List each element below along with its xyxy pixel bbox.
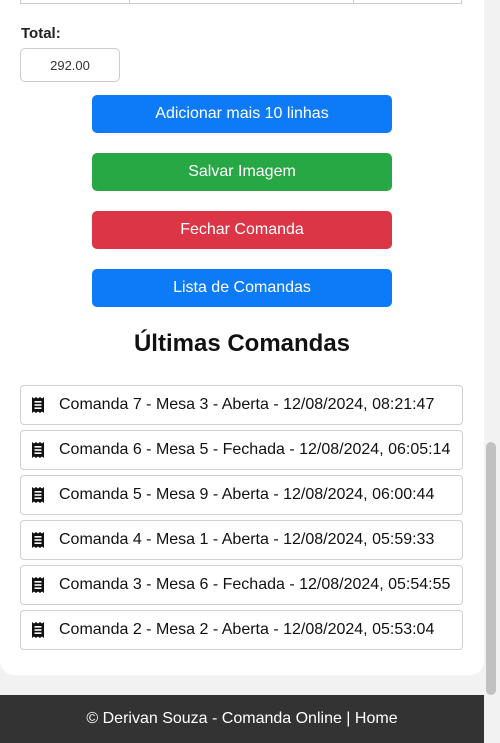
table-column-divider (353, 0, 354, 3)
recent-orders-title: Últimas Comandas (133, 330, 351, 357)
recent-order-item[interactable]: Comanda 5 - Mesa 9 - Aberta - 12/08/2024… (20, 475, 463, 515)
total-value-field[interactable]: 292.00 (20, 48, 120, 82)
total-label: Total: (21, 25, 61, 42)
recent-order-label: Comanda 4 - Mesa 1 - Aberta - 12/08/2024… (59, 531, 435, 548)
receipt-icon (31, 442, 45, 458)
footer-text: © Derivan Souza - Comanda Online | (86, 710, 355, 727)
items-table-bottom-edge (20, 0, 462, 4)
recent-order-label: Comanda 2 - Mesa 2 - Aberta - 12/08/2024… (59, 621, 435, 638)
recent-order-item[interactable]: Comanda 2 - Mesa 2 - Aberta - 12/08/2024… (20, 610, 463, 650)
recent-order-item[interactable]: Comanda 7 - Mesa 3 - Aberta - 12/08/2024… (20, 385, 463, 425)
recent-order-item[interactable]: Comanda 3 - Mesa 6 - Fechada - 12/08/202… (20, 565, 463, 605)
add-lines-button[interactable]: Adicionar mais 10 linhas (92, 95, 392, 133)
receipt-icon (31, 532, 45, 548)
scrollbar-track[interactable] (484, 0, 500, 695)
recent-order-item[interactable]: Comanda 6 - Mesa 5 - Fechada - 12/08/202… (20, 430, 463, 470)
scrollbar-thumb[interactable] (486, 442, 496, 695)
recent-order-label: Comanda 5 - Mesa 9 - Aberta - 12/08/2024… (59, 486, 435, 503)
receipt-icon (31, 397, 45, 413)
recent-orders-list: Comanda 7 - Mesa 3 - Aberta - 12/08/2024… (20, 385, 463, 655)
recent-order-item[interactable]: Comanda 4 - Mesa 1 - Aberta - 12/08/2024… (20, 520, 463, 560)
recent-order-label: Comanda 3 - Mesa 6 - Fechada - 12/08/202… (59, 576, 451, 593)
receipt-icon (31, 577, 45, 593)
recent-order-label: Comanda 7 - Mesa 3 - Aberta - 12/08/2024… (59, 396, 435, 413)
order-list-button[interactable]: Lista de Comandas (92, 269, 392, 307)
footer-home-link[interactable]: Home (355, 710, 398, 728)
receipt-icon (31, 622, 45, 638)
close-order-button[interactable]: Fechar Comanda (92, 211, 392, 249)
page-footer: © Derivan Souza - Comanda Online | Home (0, 695, 484, 743)
recent-order-label: Comanda 6 - Mesa 5 - Fechada - 12/08/202… (59, 441, 451, 458)
table-column-divider (129, 0, 130, 3)
save-image-button[interactable]: Salvar Imagem (92, 153, 392, 191)
receipt-icon (31, 487, 45, 503)
